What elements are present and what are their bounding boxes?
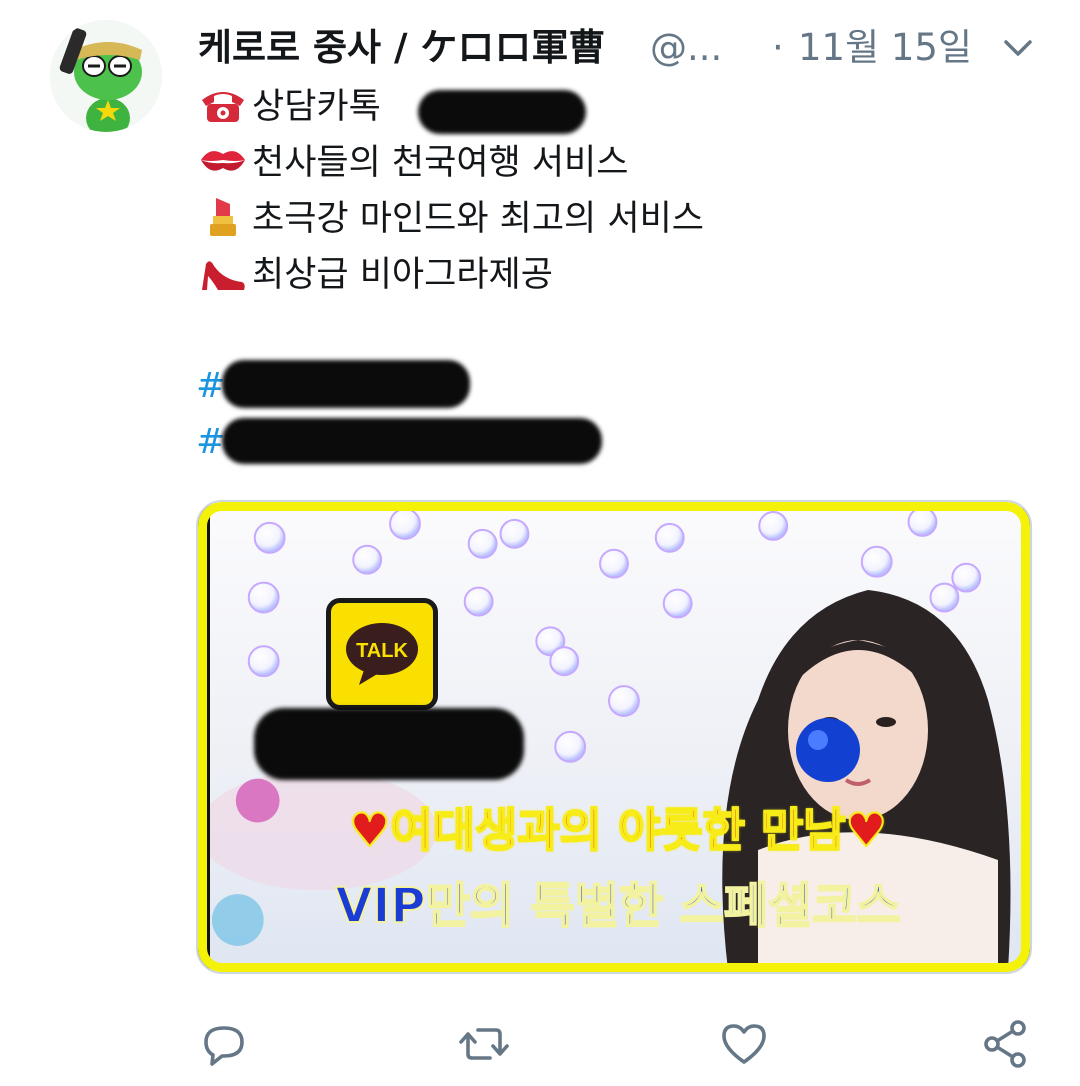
author-handle[interactable]: @...: [650, 22, 722, 74]
like-button[interactable]: [716, 1016, 772, 1072]
tweet-header: 케로로 중사 / ケロロ軍曹 @... · 11월 15일: [198, 22, 1058, 74]
tweet-line-text: 상담카톡: [252, 87, 381, 127]
tweet-media-card[interactable]: TALK ♥여대생과의 야릇한 만남♥ VIP만의 특별한 스페셜코스: [196, 500, 1032, 974]
heart-icon: [722, 1024, 766, 1064]
frog-character-icon: [50, 20, 162, 132]
reply-button[interactable]: [196, 1016, 252, 1072]
reply-icon: [204, 1026, 244, 1066]
tweet-line: 최상급 비아그라제공: [198, 250, 553, 299]
tweet-line: 초극강 마인드와 최고의 서비스: [198, 194, 704, 243]
tweet-action-bar: [0, 1016, 1080, 1076]
tweet-line: 상담카톡: [198, 82, 381, 131]
retweet-button[interactable]: [456, 1016, 512, 1072]
hashtag-link[interactable]: #: [196, 362, 225, 410]
chevron-down-icon[interactable]: [998, 30, 1038, 66]
avatar[interactable]: [50, 20, 162, 132]
redacted-contact: [418, 90, 586, 134]
tweet-line: 천사들의 천국여행 서비스: [198, 138, 628, 187]
redacted-hashtag: [222, 360, 470, 408]
tweet-date[interactable]: 11월 15일: [798, 22, 972, 74]
card-frame: [198, 502, 1030, 972]
author-display-name[interactable]: 케로로 중사 / ケロロ軍曹: [198, 22, 605, 74]
retweet-icon: [459, 1028, 509, 1060]
tweet-line-text: 천사들의 천국여행 서비스: [252, 143, 629, 183]
share-icon: [984, 1020, 1026, 1068]
tweet[interactable]: 케로로 중사 / ケロロ軍曹 @... · 11월 15일 상담카톡 천사들의 …: [0, 0, 1080, 1086]
telephone-icon: [202, 92, 244, 122]
kiss-mark-icon: [201, 151, 245, 171]
hashtag-link[interactable]: #: [196, 418, 225, 466]
separator-dot: ·: [772, 26, 784, 69]
high-heel-icon: [202, 261, 245, 290]
share-button[interactable]: [978, 1016, 1034, 1072]
tweet-line-text: 최상급 비아그라제공: [252, 255, 553, 295]
lipstick-icon: [210, 198, 236, 236]
tweet-line-text: 초극강 마인드와 최고의 서비스: [252, 199, 704, 239]
redacted-hashtag: [222, 418, 602, 464]
